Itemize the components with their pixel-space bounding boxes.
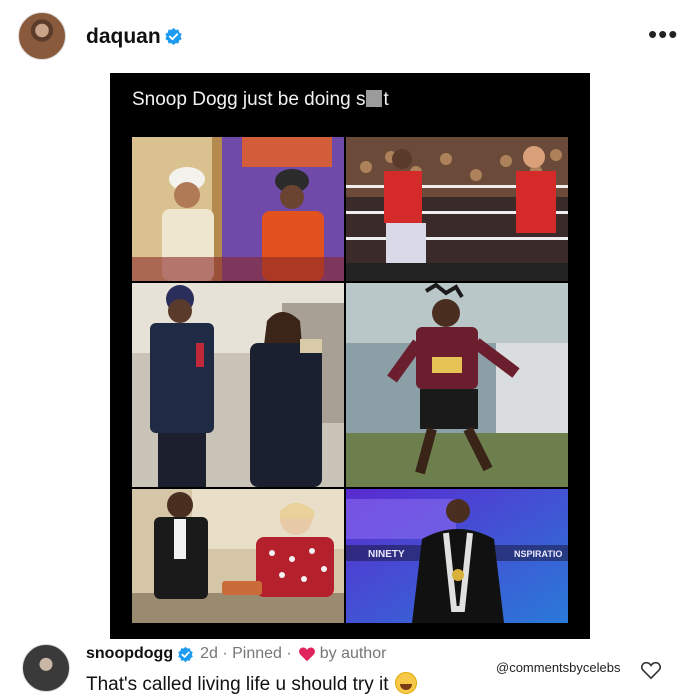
caption-text: Snoop Dogg just be doing s [132,89,366,110]
comment-time: 2d [200,645,218,662]
post-image: Snoop Dogg just be doing s t NINETY NSPIR… [110,73,590,639]
pinned-label: Pinned [232,645,282,662]
censor-bar [366,90,383,107]
avatar[interactable] [18,12,66,60]
verified-badge-icon [178,646,193,662]
watermark: @commentsbycelebs [496,660,621,675]
caption-text-end: t [383,89,389,110]
heart-filled-icon [298,647,315,662]
heart-outline-icon[interactable] [640,660,662,680]
stage-text-right: NSPIRATIO [514,549,562,559]
separator-dot: · [281,645,292,662]
separator-dot: · [217,645,233,662]
comment-username[interactable]: snoopdogg [86,645,173,663]
laughing-emoji-icon [394,672,417,694]
photo-cooking-show [132,489,344,623]
photo-turban-scene [132,137,344,281]
photo-collage: NINETY NSPIRATIO [132,137,568,623]
more-options-button[interactable]: ••• [648,21,678,47]
photo-street-duo [132,283,344,487]
stage-text-left: NINETY [368,549,405,560]
post-caption: Snoop Dogg just be doing s t [132,89,389,111]
post-header: daquan ••• [0,0,700,72]
comment-avatar[interactable] [22,644,70,692]
comment-meta: snoopdogg 2d · Pinned · by author [86,645,386,663]
photo-wrestling-ring [346,137,568,281]
verified-badge-icon [165,27,182,46]
photo-gospel-stage: NINETY NSPIRATIO [346,489,568,623]
photo-flag-football [346,283,568,487]
comment-text-row: That's called living life u should try i… [86,672,417,696]
comment-text: That's called living life u should try i… [86,674,389,695]
username[interactable]: daquan [86,25,161,49]
by-author-label: by author [319,645,387,662]
